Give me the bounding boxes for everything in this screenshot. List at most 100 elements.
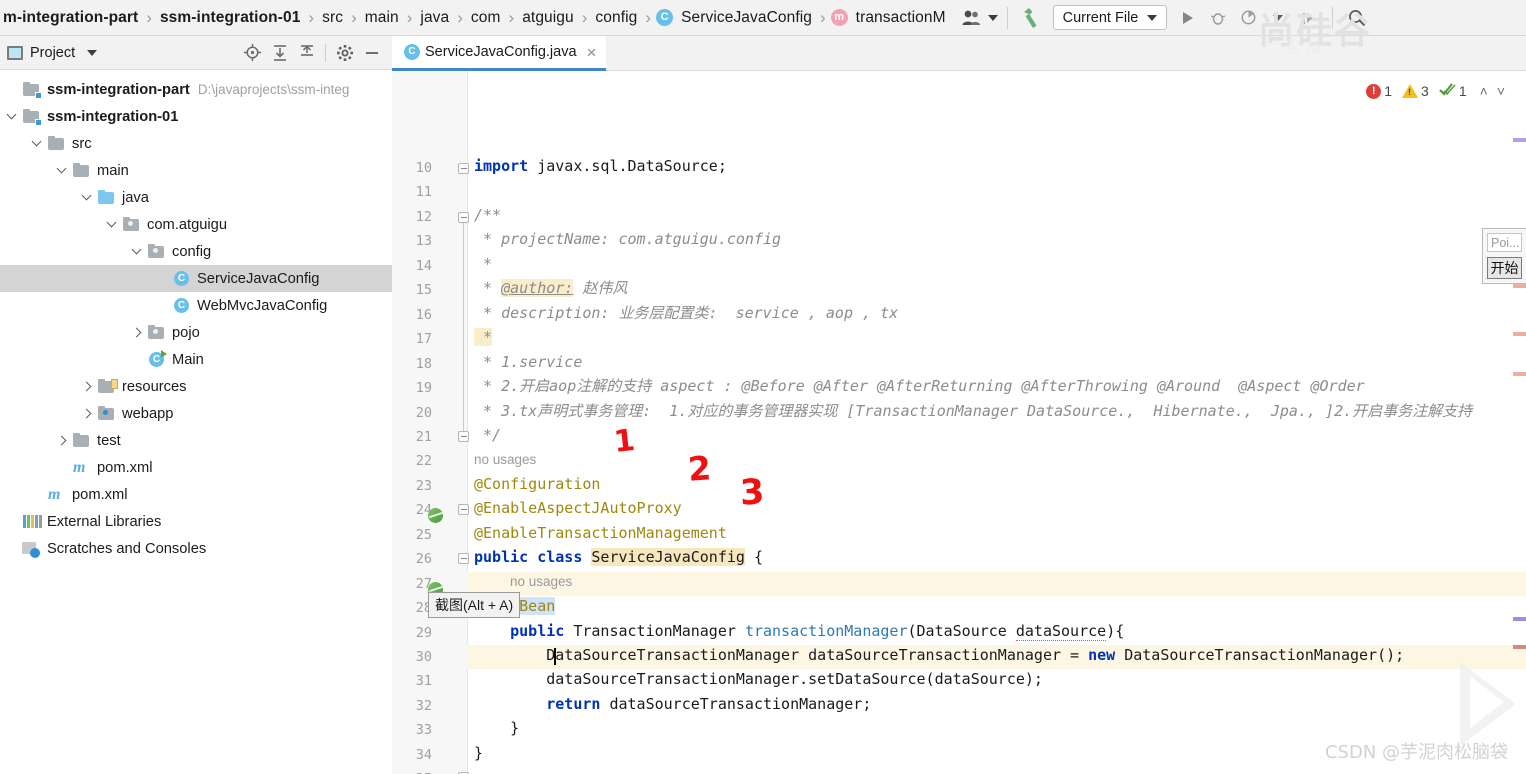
locate-icon[interactable] — [239, 39, 266, 66]
code-line-21[interactable]: */ — [474, 427, 501, 443]
chevron-down-icon[interactable] — [131, 245, 144, 258]
breadcrumb-item-main[interactable]: main — [362, 9, 402, 27]
tree-item-java[interactable]: java — [0, 184, 392, 211]
next-problem-icon[interactable]: ˅ — [1494, 83, 1508, 99]
debug-icon[interactable] — [1205, 5, 1231, 31]
code-line-25[interactable]: @EnableTransactionManagement — [474, 525, 727, 541]
chevron-down-icon[interactable] — [987, 14, 998, 21]
coverage-icon[interactable] — [1235, 5, 1261, 31]
fold-marker-line21[interactable] — [458, 431, 469, 442]
hammer-icon[interactable] — [1019, 5, 1045, 31]
settings-gear-icon[interactable] — [331, 39, 358, 66]
tree-item-pom-xml[interactable]: m pom.xml — [0, 481, 392, 508]
code-editor[interactable]: 10 11 12 13 14 15 16 17 18 19 20 21 22 23 24 25 26 27 28 29… — [392, 71, 1526, 774]
minimize-icon[interactable] — [358, 39, 385, 66]
fold-marker-line10[interactable] — [458, 163, 469, 174]
prev-problem-icon[interactable]: ˄ — [1477, 83, 1491, 99]
usage-hint[interactable]: no usages — [510, 575, 572, 589]
code-line-24[interactable]: @EnableAspectJAutoProxy — [474, 501, 682, 516]
chevron-right-icon[interactable] — [81, 407, 94, 420]
breadcrumb-item-com[interactable]: com — [468, 9, 504, 27]
tree-item-main[interactable]: C Main — [0, 346, 392, 373]
tree-item-webapp[interactable]: webapp — [0, 400, 392, 427]
breadcrumb-item-config[interactable]: config — [592, 9, 640, 27]
run-configuration-selector[interactable]: Current File — [1052, 5, 1168, 30]
fold-marker-line12[interactable] — [458, 212, 469, 223]
collapse-all-icon[interactable] — [293, 39, 320, 66]
tree-item-test[interactable]: test — [0, 427, 392, 454]
scrollbar-marker[interactable] — [1513, 332, 1526, 336]
tree-item-pojo[interactable]: pojo — [0, 319, 392, 346]
tree-item-config[interactable]: config — [0, 238, 392, 265]
tree-item-external-libraries[interactable]: External Libraries — [0, 508, 392, 535]
chevron-right-icon[interactable] — [131, 326, 144, 339]
floating-tool-panel[interactable]: Poi... 开始 — [1482, 228, 1526, 284]
code-line-26[interactable]: public class ServiceJavaConfig { — [474, 548, 763, 567]
tree-item-src[interactable]: src — [0, 130, 392, 157]
search-icon[interactable] — [1344, 5, 1370, 31]
code-line-13[interactable]: * projectName: com.atguigu.config — [474, 232, 781, 247]
close-icon[interactable]: × — [587, 44, 597, 61]
code-line-20[interactable]: * 3.tx声明式事务管理: 1.对应的事务管理器实现 [Transaction… — [474, 403, 1472, 419]
tree-item-com-atguigu[interactable]: com.atguigu — [0, 211, 392, 238]
project-tree[interactable]: ssm-integration-part D:\javaprojects\ssm-… — [0, 70, 392, 774]
code-line-17[interactable]: * — [474, 328, 493, 347]
code-line-19[interactable]: * 2.开启aop注解的支持 aspect : @Before @After @… — [474, 379, 1365, 394]
code-line-30[interactable]: DataSourceTransactionManager dataSourceT… — [474, 648, 1404, 663]
chevron-down-icon[interactable] — [6, 110, 19, 123]
chevron-right-icon[interactable] — [81, 380, 94, 393]
scrollbar-marker[interactable] — [1513, 617, 1526, 621]
scrollbar-marker[interactable] — [1513, 284, 1526, 288]
tree-item-ssm-integration-part[interactable]: ssm-integration-part D:\javaprojects\ssm-… — [0, 76, 392, 103]
inspection-widget[interactable]: ! 1 3 1 ˄ ˅ — [1366, 82, 1508, 100]
code-line-29[interactable]: public TransactionManager transactionMan… — [474, 621, 1124, 641]
scrollbar-marker[interactable] — [1513, 138, 1526, 142]
fold-marker-line23[interactable] — [458, 504, 469, 515]
tab-service-java-config[interactable]: C ServiceJavaConfig.java × — [392, 36, 607, 71]
tree-item-resources[interactable]: resources — [0, 373, 392, 400]
code-line-31[interactable]: dataSourceTransactionManager.setDataSour… — [474, 672, 1043, 687]
scrollbar-marker[interactable] — [1513, 372, 1526, 376]
code-line-15[interactable]: * @author: 赵伟风 — [474, 279, 627, 298]
chevron-down-icon[interactable] — [1147, 14, 1158, 21]
breadcrumb-item-transactionm[interactable]: m transactionM — [830, 9, 949, 27]
chevron-down-icon[interactable] — [106, 218, 119, 231]
fold-marker-line25[interactable] — [458, 553, 469, 564]
chevron-right-icon[interactable] — [56, 434, 69, 447]
poi-input[interactable]: Poi... — [1487, 233, 1522, 252]
tree-item-webmvcjavaconfig[interactable]: C WebMvcJavaConfig — [0, 292, 392, 319]
chevron-down-icon[interactable] — [87, 49, 98, 56]
breadcrumb-item-src[interactable]: src — [319, 9, 346, 27]
code-line-12[interactable]: /** — [474, 207, 501, 223]
code-line-32[interactable]: return dataSourceTransactionManager; — [474, 696, 871, 712]
code-line-23[interactable]: @Configuration — [474, 476, 600, 492]
tree-item-ssm-integration-01[interactable]: ssm-integration-01 — [0, 103, 392, 130]
code-line-16[interactable]: * description: 业务层配置类: service , aop , t… — [474, 305, 898, 321]
stop-icon[interactable] — [1295, 5, 1321, 31]
tree-item-servicejavaconfig[interactable]: C ServiceJavaConfig — [0, 265, 392, 292]
code-line-14[interactable]: * — [474, 256, 492, 272]
tree-item-main[interactable]: main — [0, 157, 392, 184]
people-icon[interactable] — [961, 9, 998, 27]
tree-item-pom-xml[interactable]: m pom.xml — [0, 454, 392, 481]
tree-item-scratches-and-consoles[interactable]: Scratches and Consoles — [0, 535, 392, 562]
code-line-10[interactable]: import javax.sql.DataSource; — [474, 159, 727, 174]
expand-all-icon[interactable] — [266, 39, 293, 66]
breadcrumb-item-servicejavaconfig[interactable]: C ServiceJavaConfig — [656, 9, 815, 27]
chevron-down-icon[interactable] — [81, 191, 94, 204]
scrollbar-marker[interactable] — [1513, 645, 1526, 649]
run-icon[interactable] — [1175, 5, 1201, 31]
breadcrumb-item-atguigu[interactable]: atguigu — [519, 9, 577, 27]
code-line-33[interactable]: } — [474, 721, 519, 736]
code-line-34[interactable]: } — [474, 745, 483, 761]
usage-hint[interactable]: no usages — [474, 453, 536, 467]
start-button[interactable]: 开始 — [1487, 257, 1522, 279]
code-line-18[interactable]: * 1.service — [474, 354, 582, 370]
spring-bean-icon[interactable] — [428, 508, 448, 528]
breadcrumb-item-m-integration-part[interactable]: m-integration-part — [0, 9, 141, 27]
chevron-down-icon[interactable] — [31, 137, 44, 150]
breadcrumb-item-java[interactable]: java — [417, 9, 452, 27]
editor-gutter[interactable] — [392, 71, 467, 774]
breadcrumb-item-ssm-integration-01[interactable]: ssm-integration-01 — [157, 9, 303, 27]
chevron-down-icon[interactable] — [1265, 5, 1291, 31]
